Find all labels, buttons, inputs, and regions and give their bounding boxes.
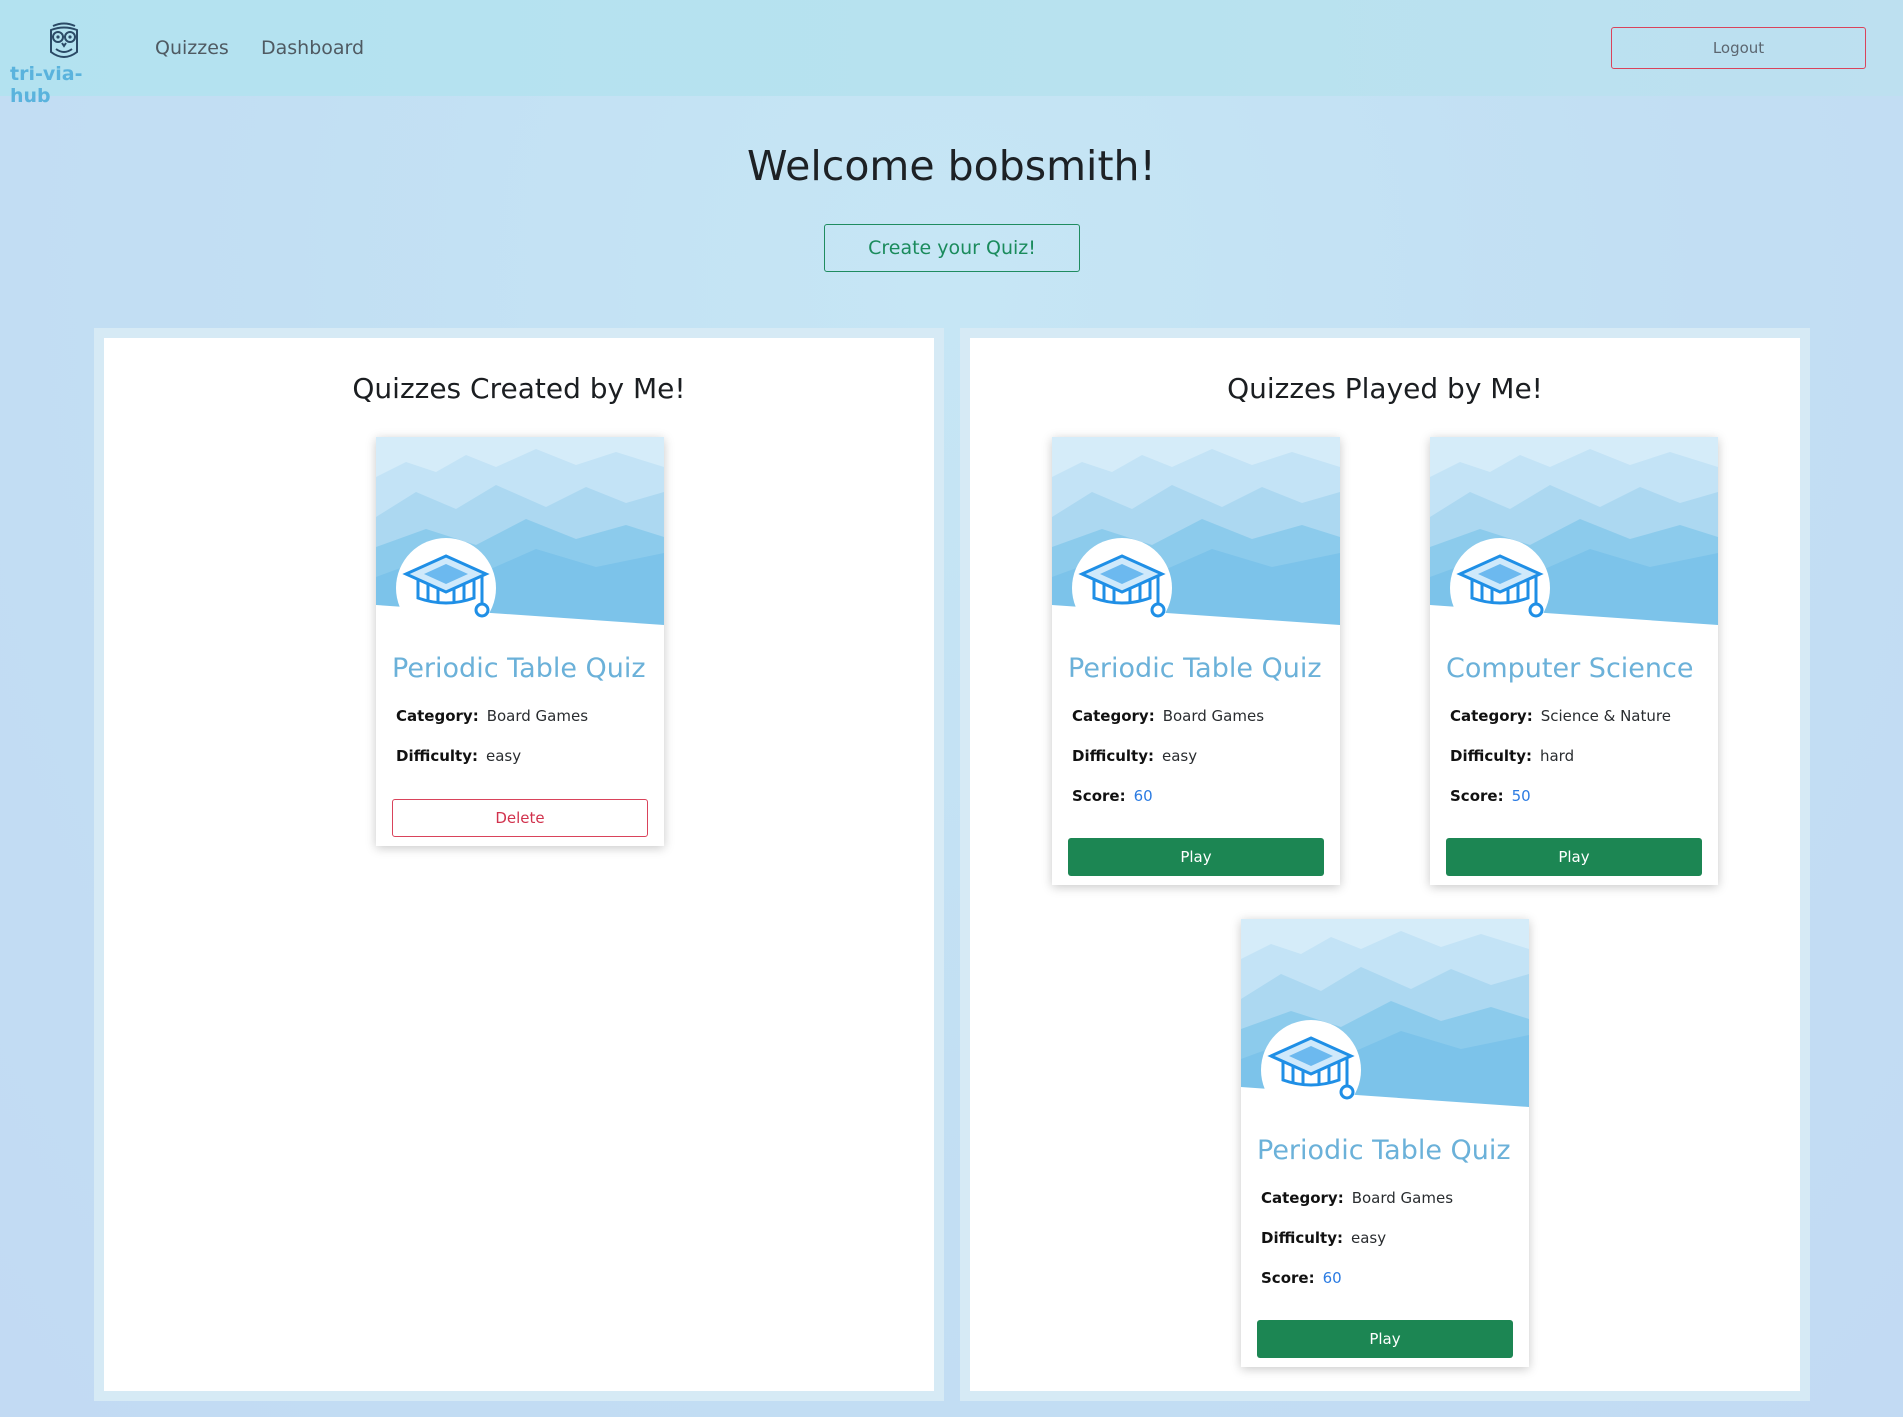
difficulty-label: Difficulty: bbox=[396, 747, 478, 765]
quiz-score: Score: 50 bbox=[1450, 787, 1531, 805]
quiz-title: Computer Science bbox=[1446, 653, 1694, 684]
difficulty-label: Difficulty: bbox=[1261, 1229, 1343, 1247]
score-label: Score: bbox=[1261, 1269, 1315, 1287]
score-value: 60 bbox=[1322, 1269, 1342, 1287]
played-quizzes-title: Quizzes Played by Me! bbox=[1227, 372, 1543, 405]
quiz-title: Periodic Table Quiz bbox=[392, 653, 646, 684]
play-quiz-button[interactable]: Play bbox=[1446, 838, 1702, 876]
graduation-cap-icon bbox=[402, 554, 490, 618]
graduation-cap-icon bbox=[1267, 1036, 1355, 1100]
score-label: Score: bbox=[1450, 787, 1504, 805]
graduation-cap-icon bbox=[1078, 554, 1166, 618]
quiz-card: Computer Science Category: Science & Natu… bbox=[1430, 437, 1718, 885]
quiz-card: Periodic Table Quiz Category: Board Games… bbox=[1052, 437, 1340, 885]
graduation-cap-icon bbox=[1456, 554, 1544, 618]
category-label: Category: bbox=[1261, 1189, 1344, 1207]
quiz-category: Category: Science & Nature bbox=[1450, 707, 1671, 725]
created-quizzes-title: Quizzes Created by Me! bbox=[352, 372, 686, 405]
brand-logo[interactable]: tri-via-hub bbox=[10, 22, 118, 107]
category-label: Category: bbox=[1072, 707, 1155, 725]
category-value: Board Games bbox=[486, 707, 589, 725]
quiz-category: Category: Board Games bbox=[1072, 707, 1264, 725]
quiz-card: Periodic Table Quiz Category: Board Games… bbox=[1241, 919, 1529, 1367]
quiz-title: Periodic Table Quiz bbox=[1068, 653, 1322, 684]
brand-name: tri-via-hub bbox=[10, 63, 83, 107]
score-value: 50 bbox=[1511, 787, 1531, 805]
play-quiz-button[interactable]: Play bbox=[1068, 838, 1324, 876]
difficulty-value: easy bbox=[485, 747, 522, 765]
quiz-score: Score: 60 bbox=[1072, 787, 1153, 805]
category-value: Board Games bbox=[1351, 1189, 1454, 1207]
quiz-difficulty: Difficulty: easy bbox=[1072, 747, 1197, 765]
quiz-category: Category: Board Games bbox=[1261, 1189, 1453, 1207]
play-quiz-button[interactable]: Play bbox=[1257, 1320, 1513, 1358]
category-label: Category: bbox=[1450, 707, 1533, 725]
difficulty-value: easy bbox=[1350, 1229, 1387, 1247]
difficulty-value: easy bbox=[1161, 747, 1198, 765]
logout-button[interactable]: Logout bbox=[1611, 27, 1866, 69]
navbar: tri-via-hub Quizzes Dashboard Logout bbox=[0, 0, 1903, 107]
quiz-badge bbox=[396, 538, 496, 638]
created-quizzes-panel-body: Quizzes Created by Me! Periodic Table Qu… bbox=[104, 338, 934, 1391]
quiz-category: Category: Board Games bbox=[396, 707, 588, 725]
played-quizzes-panel-body: Quizzes Played by Me! Periodic Table Qui… bbox=[970, 338, 1800, 1391]
quiz-badge bbox=[1261, 1020, 1361, 1120]
category-value: Science & Nature bbox=[1540, 707, 1671, 725]
score-label: Score: bbox=[1072, 787, 1126, 805]
quiz-card: Periodic Table Quiz Category: Board Games… bbox=[376, 437, 664, 846]
nav-link-dashboard[interactable]: Dashboard bbox=[261, 37, 364, 59]
welcome-heading: Welcome bobsmith! bbox=[747, 142, 1156, 190]
owl-logo-icon bbox=[50, 22, 78, 58]
quiz-badge bbox=[1450, 538, 1550, 638]
create-quiz-button[interactable]: Create your Quiz! bbox=[824, 224, 1080, 272]
quiz-difficulty: Difficulty: easy bbox=[1261, 1229, 1386, 1247]
category-value: Board Games bbox=[1162, 707, 1265, 725]
quiz-difficulty: Difficulty: hard bbox=[1450, 747, 1574, 765]
nav-link-quizzes[interactable]: Quizzes bbox=[155, 37, 229, 59]
quiz-badge bbox=[1072, 538, 1172, 638]
difficulty-value: hard bbox=[1539, 747, 1575, 765]
quiz-score: Score: 60 bbox=[1261, 1269, 1342, 1287]
played-quizzes-panel: Quizzes Played by Me! Periodic Table Qui… bbox=[960, 328, 1810, 1401]
category-label: Category: bbox=[396, 707, 479, 725]
difficulty-label: Difficulty: bbox=[1450, 747, 1532, 765]
difficulty-label: Difficulty: bbox=[1072, 747, 1154, 765]
quiz-title: Periodic Table Quiz bbox=[1257, 1135, 1511, 1166]
delete-quiz-button[interactable]: Delete bbox=[392, 799, 648, 837]
quiz-difficulty: Difficulty: easy bbox=[396, 747, 521, 765]
created-quizzes-panel: Quizzes Created by Me! Periodic Table Qu… bbox=[94, 328, 944, 1401]
score-value: 60 bbox=[1133, 787, 1153, 805]
